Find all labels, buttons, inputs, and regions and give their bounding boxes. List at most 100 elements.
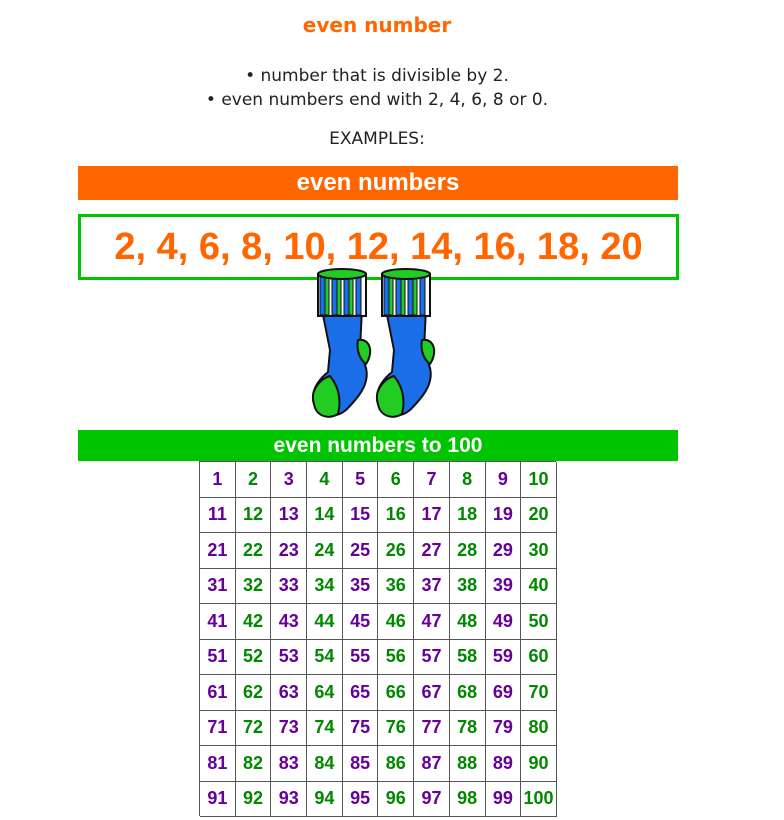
odd-number-cell: 77 xyxy=(414,710,450,746)
definition-item: • even numbers end with 2, 4, 6, 8 or 0. xyxy=(205,90,549,110)
odd-number-cell: 11 xyxy=(200,497,236,533)
odd-number-cell: 57 xyxy=(414,639,450,675)
even-number-cell: 10 xyxy=(521,462,557,498)
odd-number-cell: 93 xyxy=(271,781,308,817)
odd-number-cell: 65 xyxy=(342,675,379,711)
odd-number-cell: 9 xyxy=(485,462,522,498)
odd-number-cell: 61 xyxy=(200,675,236,711)
odd-number-cell: 23 xyxy=(271,533,308,569)
even-number-cell: 44 xyxy=(307,604,343,640)
odd-number-cell: 45 xyxy=(342,604,379,640)
odd-number-cell: 13 xyxy=(271,497,308,533)
examples-label: EXAMPLES: xyxy=(329,129,425,149)
odd-number-cell: 29 xyxy=(485,533,522,569)
odd-number-cell: 41 xyxy=(200,604,236,640)
odd-number-cell: 33 xyxy=(271,568,308,604)
odd-number-cell: 63 xyxy=(271,675,308,711)
even-number-cell: 60 xyxy=(521,639,557,675)
even-number-cell: 46 xyxy=(378,604,415,640)
even-number-cell: 76 xyxy=(378,710,415,746)
even-number-cell: 22 xyxy=(235,533,272,569)
even-number-cell: 32 xyxy=(235,568,272,604)
odd-number-cell: 25 xyxy=(342,533,379,569)
odd-number-cell: 5 xyxy=(342,462,379,498)
even-number-cell: 64 xyxy=(307,675,343,711)
even-number-cell: 68 xyxy=(449,675,486,711)
even-number-cell: 94 xyxy=(307,781,343,817)
page-title: even number xyxy=(302,13,452,37)
definition-item: • number that is divisible by 2. xyxy=(245,66,509,86)
socks-icon xyxy=(312,268,436,418)
odd-number-cell: 67 xyxy=(414,675,450,711)
odd-number-cell: 17 xyxy=(414,497,450,533)
odd-number-cell: 91 xyxy=(200,781,236,817)
even-number-cell: 74 xyxy=(307,710,343,746)
odd-number-cell: 51 xyxy=(200,639,236,675)
even-number-cell: 86 xyxy=(378,746,415,782)
odd-number-cell: 1 xyxy=(200,462,236,498)
odd-number-cell: 15 xyxy=(342,497,379,533)
odd-number-cell: 55 xyxy=(342,639,379,675)
odd-number-cell: 87 xyxy=(414,746,450,782)
page: even number • number that is divisible b… xyxy=(0,0,784,820)
even-number-cell: 6 xyxy=(378,462,415,498)
odd-number-cell: 95 xyxy=(342,781,379,817)
even-number-cell: 38 xyxy=(449,568,486,604)
even-number-cell: 2 xyxy=(235,462,272,498)
odd-number-cell: 37 xyxy=(414,568,450,604)
even-number-cell: 50 xyxy=(521,604,557,640)
even-numbers-banner: even numbers xyxy=(78,166,678,200)
odd-number-cell: 73 xyxy=(271,710,308,746)
odd-number-cell: 89 xyxy=(485,746,522,782)
even-number-cell: 14 xyxy=(307,497,343,533)
even-number-cell: 100 xyxy=(521,781,557,817)
definition-list: • number that is divisible by 2. • even … xyxy=(0,64,754,112)
even-number-cell: 72 xyxy=(235,710,272,746)
even-number-cell: 66 xyxy=(378,675,415,711)
odd-number-cell: 39 xyxy=(485,568,522,604)
even-number-cell: 36 xyxy=(378,568,415,604)
odd-number-cell: 43 xyxy=(271,604,308,640)
even-number-cell: 24 xyxy=(307,533,343,569)
even-number-cell: 90 xyxy=(521,746,557,782)
odd-number-cell: 27 xyxy=(414,533,450,569)
even-number-cell: 80 xyxy=(521,710,557,746)
even-number-cell: 12 xyxy=(235,497,272,533)
even-numbers-to-100-banner: even numbers to 100 xyxy=(78,430,678,461)
odd-number-cell: 81 xyxy=(200,746,236,782)
even-number-cell: 88 xyxy=(449,746,486,782)
even-number-cell: 62 xyxy=(235,675,272,711)
odd-number-cell: 85 xyxy=(342,746,379,782)
even-number-cell: 40 xyxy=(521,568,557,604)
odd-number-cell: 31 xyxy=(200,568,236,604)
odd-number-cell: 69 xyxy=(485,675,522,711)
even-number-cell: 58 xyxy=(449,639,486,675)
even-number-cell: 70 xyxy=(521,675,557,711)
odd-number-cell: 71 xyxy=(200,710,236,746)
even-number-cell: 28 xyxy=(449,533,486,569)
odd-number-cell: 19 xyxy=(485,497,522,533)
odd-number-cell: 83 xyxy=(271,746,308,782)
even-number-cell: 52 xyxy=(235,639,272,675)
even-number-cell: 20 xyxy=(521,497,557,533)
even-number-cell: 34 xyxy=(307,568,343,604)
odd-number-cell: 79 xyxy=(485,710,522,746)
odd-number-cell: 21 xyxy=(200,533,236,569)
odd-number-cell: 7 xyxy=(414,462,450,498)
odd-number-cell: 99 xyxy=(485,781,522,817)
odd-number-cell: 53 xyxy=(271,639,308,675)
even-number-cell: 18 xyxy=(449,497,486,533)
even-number-cell: 54 xyxy=(307,639,343,675)
even-number-cell: 98 xyxy=(449,781,486,817)
even-number-cell: 4 xyxy=(307,462,343,498)
hundred-chart: 1 2 3 4 5 6 7 8 9 10 11 12 13 14 15 16 17 18 19 20 21 22 23 24 2… xyxy=(199,461,557,817)
odd-number-cell: 35 xyxy=(342,568,379,604)
even-number-cell: 78 xyxy=(449,710,486,746)
even-number-cell: 8 xyxy=(449,462,486,498)
odd-number-cell: 49 xyxy=(485,604,522,640)
odd-number-cell: 59 xyxy=(485,639,522,675)
even-number-cell: 26 xyxy=(378,533,415,569)
even-number-cell: 96 xyxy=(378,781,415,817)
even-number-cell: 48 xyxy=(449,604,486,640)
even-number-cell: 16 xyxy=(378,497,415,533)
